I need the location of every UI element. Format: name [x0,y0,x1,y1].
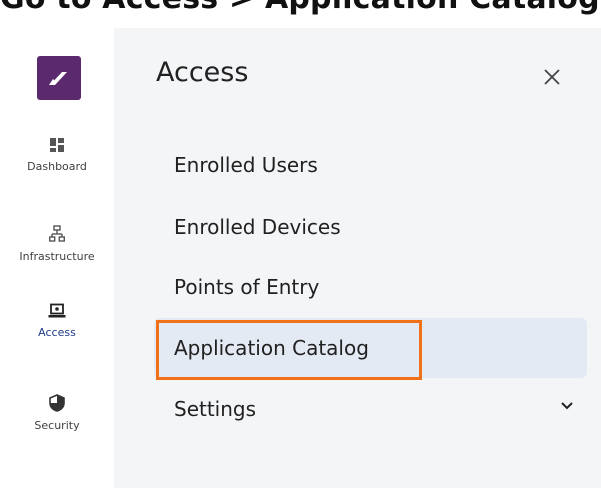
menu-item-label: Enrolled Devices [174,215,341,239]
rail-item-access[interactable]: Access [0,303,114,339]
instruction-banner: Go to Access > Application Catalog [0,0,601,28]
menu-item-settings[interactable]: Settings [154,380,587,438]
instruction-text: Go to Access > Application Catalog [0,0,600,16]
menu-item-enrolled-users[interactable]: Enrolled Users [154,136,587,194]
rail-label-infrastructure: Infrastructure [19,250,95,263]
menu-item-label: Settings [174,397,257,421]
rail-label-access: Access [38,326,76,339]
menu-item-points-of-entry[interactable]: Points of Entry [154,258,587,316]
menu-item-label: Application Catalog [174,336,369,360]
shield-icon [49,394,65,412]
rail-item-infrastructure[interactable]: Infrastructure [0,225,114,263]
close-button[interactable] [535,60,569,94]
close-icon [544,69,560,85]
panel-title: Access [156,57,249,88]
dashboard-icon [50,138,64,152]
logo-icon [49,72,67,85]
side-rail: Dashboard Infrastructure Access Security [0,28,114,488]
rail-label-dashboard: Dashboard [27,160,87,173]
chevron-down-icon [561,402,573,410]
app-logo[interactable] [37,56,81,100]
rail-item-dashboard[interactable]: Dashboard [0,137,114,173]
access-menu-panel: Access Enrolled Users Enrolled Devices P… [114,28,601,488]
rail-item-security[interactable]: Security [0,394,114,432]
menu-item-label: Enrolled Users [174,153,318,177]
menu-item-label: Points of Entry [174,275,320,299]
menu-item-application-catalog[interactable]: Application Catalog [154,318,587,378]
rail-label-security: Security [34,419,80,432]
menu-item-enrolled-devices[interactable]: Enrolled Devices [154,198,587,256]
network-icon [49,225,65,242]
laptop-icon [48,303,66,318]
